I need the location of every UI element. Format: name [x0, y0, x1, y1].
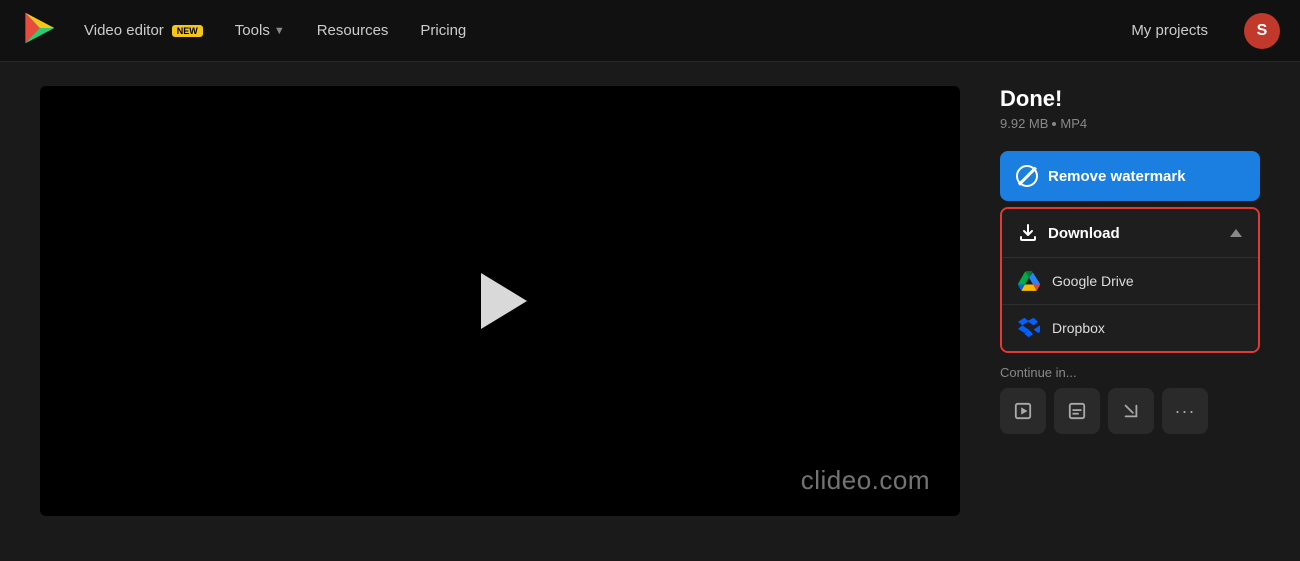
continue-crop-btn[interactable]: [1108, 388, 1154, 434]
video-watermark: clideo.com: [801, 465, 930, 496]
remove-watermark-button[interactable]: Remove watermark: [1000, 151, 1260, 201]
continue-more-btn[interactable]: ···: [1162, 388, 1208, 434]
avatar[interactable]: S: [1244, 13, 1280, 49]
nav-tools[interactable]: Tools ▼: [223, 16, 297, 45]
continue-in-label: Continue in...: [1000, 365, 1260, 380]
continue-caption-btn[interactable]: [1054, 388, 1100, 434]
continue-icons-row: ···: [1000, 388, 1260, 434]
nav-resources[interactable]: Resources: [305, 16, 401, 45]
play-icon[interactable]: [481, 273, 527, 329]
right-panel: Done! 9.92 MB MP4 Remove watermark Downl…: [1000, 86, 1260, 434]
chevron-up-icon: [1230, 229, 1242, 237]
video-player[interactable]: clideo.com: [40, 86, 960, 516]
download-button[interactable]: Download: [1002, 209, 1258, 258]
navbar: Video editor NEW Tools ▼ Resources Prici…: [0, 0, 1300, 62]
file-info: 9.92 MB MP4: [1000, 116, 1260, 131]
logo[interactable]: [20, 10, 64, 51]
continue-video-btn[interactable]: [1000, 388, 1046, 434]
download-icon: [1018, 223, 1038, 243]
chevron-down-icon: ▼: [274, 25, 285, 37]
download-dropdown: Download Google Drive: [1000, 207, 1260, 353]
no-symbol-icon: [1016, 165, 1038, 187]
main-content: clideo.com Done! 9.92 MB MP4 Remove wate…: [0, 62, 1300, 561]
google-drive-option[interactable]: Google Drive: [1002, 258, 1258, 304]
nav-my-projects[interactable]: My projects: [1115, 16, 1224, 45]
dropbox-icon: [1018, 317, 1040, 339]
dropbox-option[interactable]: Dropbox: [1002, 304, 1258, 351]
separator-dot: [1052, 122, 1056, 126]
nav-video-editor[interactable]: Video editor NEW: [72, 16, 215, 45]
google-drive-icon: [1018, 270, 1040, 292]
nav-pricing[interactable]: Pricing: [408, 16, 478, 45]
done-title: Done!: [1000, 86, 1260, 112]
